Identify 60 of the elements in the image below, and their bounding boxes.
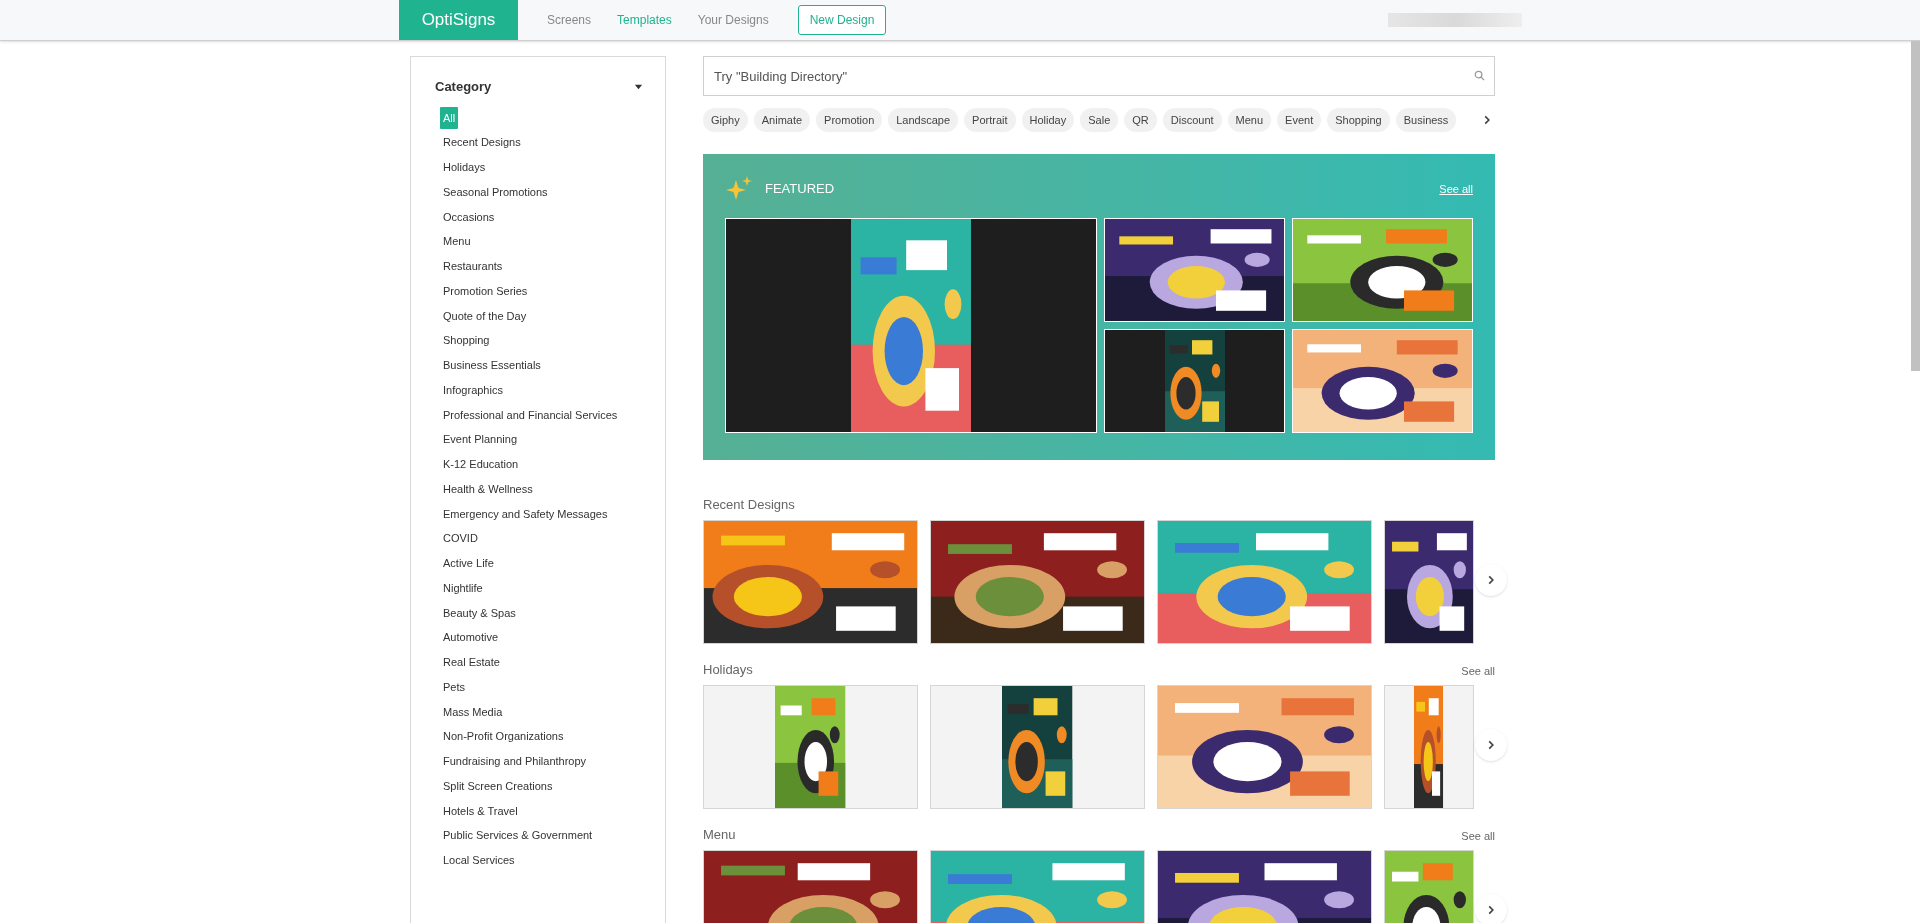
tag-chip[interactable]: Shopping (1327, 108, 1390, 132)
tag-chip[interactable]: Menu (1227, 108, 1272, 132)
category-item[interactable]: Pets (443, 678, 465, 696)
nav-link[interactable]: Screens (547, 11, 592, 29)
tag-chip[interactable]: Sale (1080, 108, 1119, 132)
section-heading: Menu (703, 825, 736, 844)
category-item[interactable]: Fundraising and Philanthropy (443, 753, 587, 770)
category-item[interactable]: Automotive (443, 629, 499, 646)
see-all-link[interactable]: See all (1461, 827, 1495, 844)
section-heading: Recent Designs (703, 495, 795, 514)
category-item[interactable]: Promotion Series (443, 282, 528, 300)
tag-chip[interactable]: Business (1395, 108, 1457, 132)
category-item[interactable]: Holidays (443, 159, 486, 176)
category-item[interactable]: Mass Media (443, 703, 503, 721)
category-item[interactable]: Occasions (443, 208, 495, 226)
category-item[interactable]: Quote of the Day (443, 307, 527, 325)
tag-chip[interactable]: QR (1124, 108, 1157, 132)
category-item[interactable]: Shopping (443, 332, 490, 349)
search-icon (1474, 70, 1485, 81)
category-item[interactable]: Restaurants (443, 258, 503, 275)
tag-chip[interactable]: Animate (753, 108, 811, 132)
category-item[interactable]: Nightlife (443, 579, 483, 597)
category-item[interactable]: Business Essentials (443, 357, 541, 374)
thumbnail-frame[interactable] (930, 685, 1145, 809)
category-item[interactable]: Event Planning (443, 431, 517, 448)
category-item[interactable]: Health & Wellness (443, 480, 533, 498)
nav-link[interactable]: Your Designs (697, 11, 769, 29)
category-item[interactable]: Public Services & Government (443, 827, 593, 844)
see-all-link[interactable]: See all (1461, 662, 1495, 679)
scrollbar-thumb[interactable] (1911, 41, 1920, 371)
caret-icon[interactable] (634, 82, 643, 92)
category-item[interactable]: Non-Profit Organizations (443, 728, 564, 745)
category-item[interactable]: Infographics (443, 381, 503, 399)
category-heading: Category (435, 78, 492, 96)
tag-chip[interactable]: Discount (1162, 108, 1222, 132)
category-item[interactable]: Real Estate (443, 654, 500, 671)
featured-title: FEATURED (765, 180, 835, 199)
tag-chip[interactable]: Landscape (888, 108, 959, 132)
category-item[interactable]: Local Services (443, 852, 515, 869)
tag-chip[interactable]: Portrait (964, 108, 1016, 132)
category-item[interactable]: Recent Designs (443, 134, 521, 151)
thumbnail-frame[interactable] (1384, 685, 1474, 809)
search-field[interactable]: Try "Building Directory" (703, 56, 1495, 96)
section-heading: Holidays (703, 660, 753, 679)
category-item[interactable]: Split Screen Creations (443, 777, 553, 795)
category-item[interactable]: Emergency and Safety Messages (443, 505, 608, 523)
category-item[interactable]: Active Life (443, 555, 494, 572)
category-item[interactable]: Seasonal Promotions (443, 183, 548, 201)
category-item[interactable]: Beauty & Spas (443, 604, 516, 622)
tag-chip[interactable]: Giphy (703, 108, 748, 132)
tag-chip[interactable]: Holiday (1021, 108, 1075, 132)
category-item[interactable]: Menu (443, 233, 471, 250)
category-item[interactable]: K-12 Education (443, 456, 519, 473)
category-item[interactable]: COVID (443, 530, 478, 547)
category-item[interactable]: Professional and Financial Services (443, 406, 618, 424)
next-button[interactable] (1475, 894, 1507, 923)
tag-chip[interactable]: Event (1277, 108, 1322, 132)
tag-chip[interactable]: Promotion (816, 108, 883, 132)
thumbnail-frame[interactable] (703, 685, 918, 809)
category-item[interactable]: Hotels & Travel (443, 802, 518, 820)
